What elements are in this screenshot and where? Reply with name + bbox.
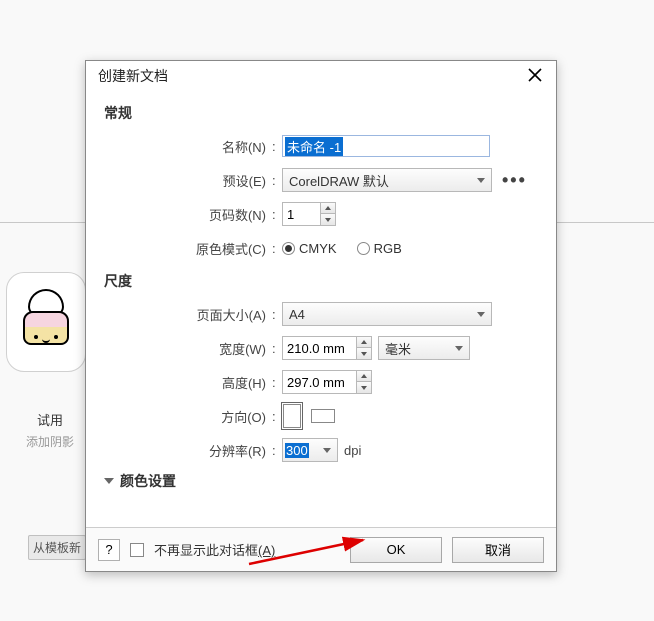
dialog-title: 创建新文档	[98, 66, 168, 86]
dialog-footer: ? 不再显示此对话框(A) OK 取消	[86, 527, 556, 571]
radio-rgb[interactable]: RGB	[357, 241, 402, 256]
pagesize-select[interactable]: A4	[282, 302, 492, 326]
width-label: 宽度(W)	[102, 339, 272, 358]
pages-input[interactable]	[282, 202, 320, 226]
width-spinner[interactable]	[282, 336, 372, 360]
section-dimensions: 尺度	[104, 271, 540, 291]
height-input[interactable]	[282, 370, 356, 394]
dialog-titlebar[interactable]: 创建新文档	[86, 61, 556, 91]
section-general: 常规	[104, 103, 540, 123]
close-icon[interactable]	[522, 64, 548, 89]
dont-show-label: 不再显示此对话框(A)	[154, 540, 275, 559]
resolution-combo[interactable]: 300	[282, 438, 338, 462]
resolution-unit: dpi	[344, 443, 361, 458]
spinner-down-icon[interactable]	[321, 214, 335, 225]
preset-select[interactable]: CorelDRAW 默认	[282, 168, 492, 192]
pages-label: 页码数(N)	[102, 205, 272, 224]
section-color-settings[interactable]: 颜色设置	[104, 471, 540, 491]
height-spinner[interactable]	[282, 370, 372, 394]
width-input[interactable]	[282, 336, 356, 360]
preset-label: 预设(E)	[102, 171, 272, 190]
landscape-icon	[311, 409, 335, 423]
spinner-down-icon[interactable]	[357, 382, 371, 393]
cancel-button[interactable]: 取消	[452, 537, 544, 563]
portrait-icon	[283, 404, 301, 428]
create-new-document-dialog: 创建新文档 常规 名称(N) : 未命名 -1 预设(E) : CorelDRA…	[85, 60, 557, 572]
new-from-template-button[interactable]: 从模板新	[28, 535, 86, 560]
dont-show-checkbox[interactable]	[130, 543, 144, 557]
radio-cmyk[interactable]: CMYK	[282, 241, 337, 256]
orientation-label: 方向(O)	[102, 407, 272, 426]
cupcake-icon	[16, 287, 76, 357]
resolution-label: 分辨率(R)	[102, 441, 272, 460]
spinner-up-icon[interactable]	[321, 203, 335, 214]
pagesize-label: 页面大小(A)	[102, 305, 272, 324]
orientation-portrait[interactable]	[282, 403, 302, 429]
spinner-down-icon[interactable]	[357, 348, 371, 359]
orientation-landscape[interactable]	[310, 408, 336, 424]
unit-select[interactable]: 毫米	[378, 336, 470, 360]
ok-button[interactable]: OK	[350, 537, 442, 563]
preset-more-icon[interactable]: •••	[498, 170, 531, 191]
spinner-up-icon[interactable]	[357, 337, 371, 348]
pages-spinner[interactable]	[282, 202, 336, 226]
spinner-up-icon[interactable]	[357, 371, 371, 382]
name-input[interactable]: 未命名 -1	[282, 135, 490, 157]
height-label: 高度(H)	[102, 373, 272, 392]
help-button[interactable]: ?	[98, 539, 120, 561]
name-label: 名称(N)	[102, 137, 272, 156]
bg-template-thumb[interactable]	[6, 272, 86, 372]
chevron-down-icon	[104, 478, 114, 484]
colormode-label: 原色模式(C)	[102, 239, 272, 258]
